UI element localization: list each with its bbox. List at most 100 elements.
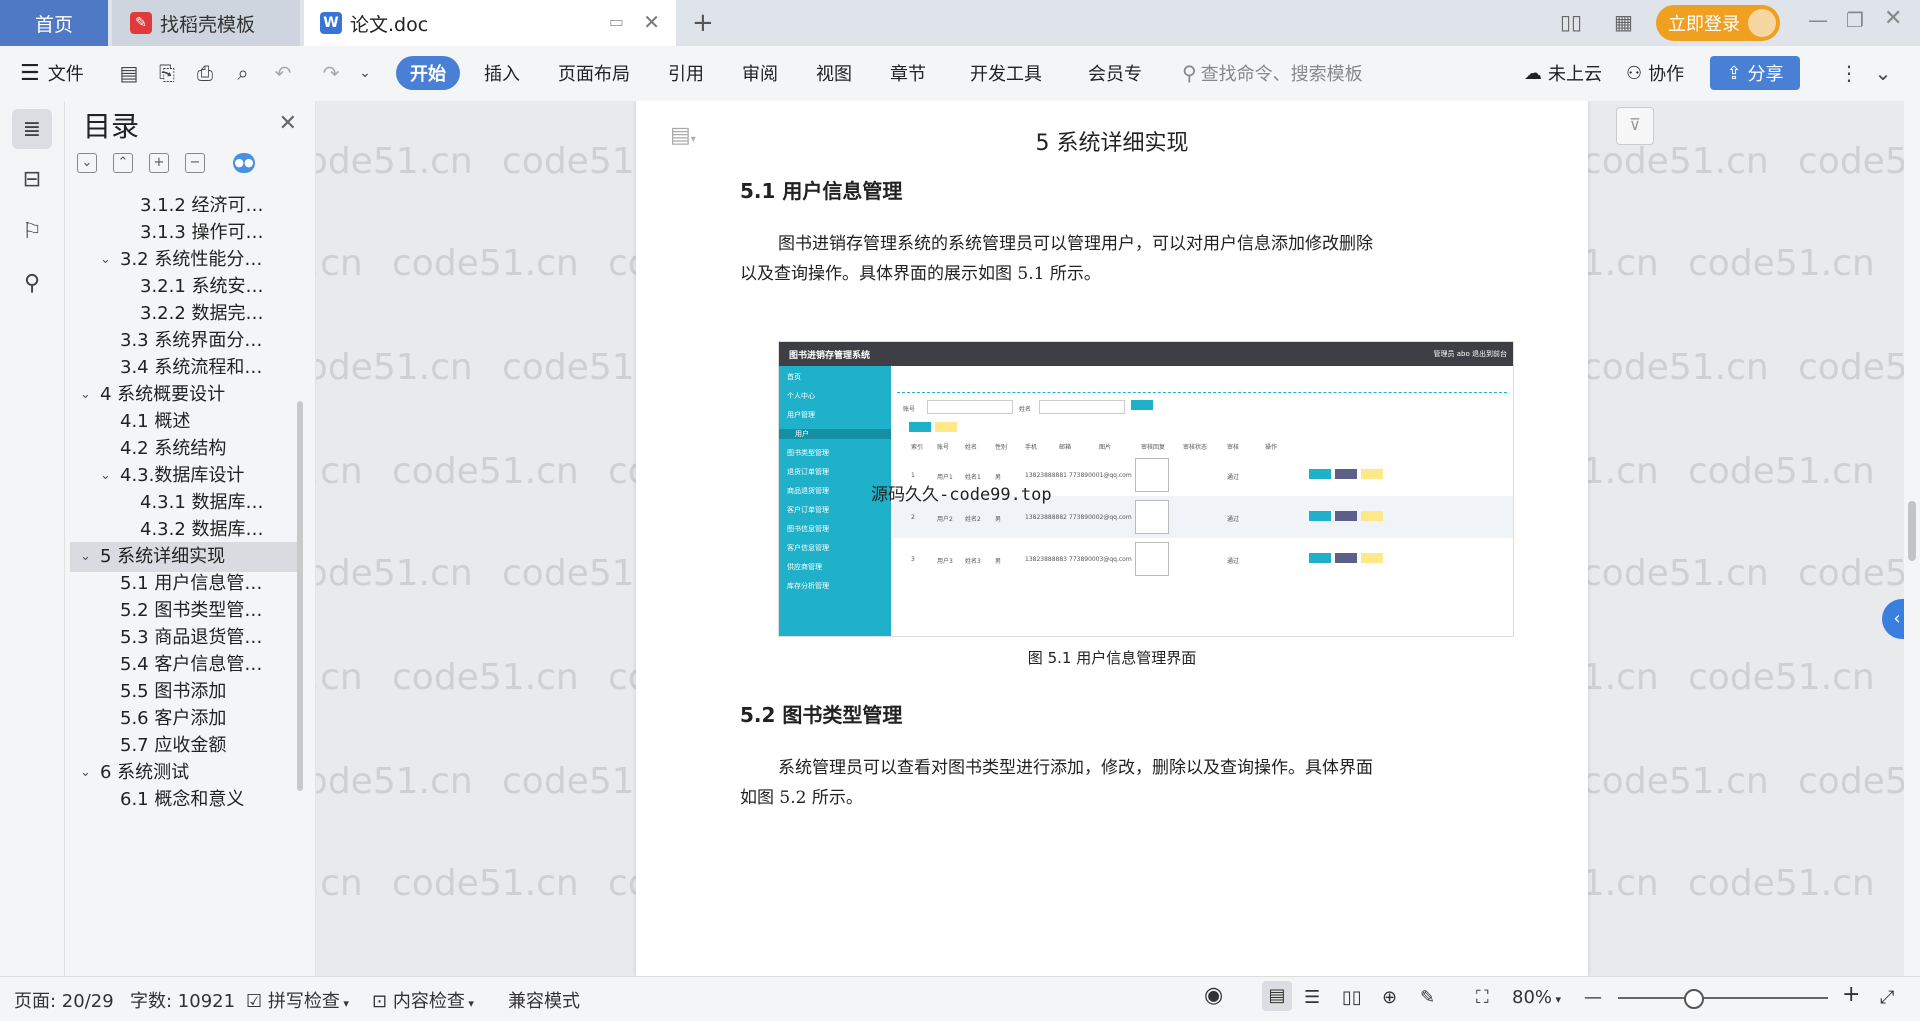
toc-item[interactable]: 4.1 概述 <box>70 407 300 437</box>
outline-view-icon[interactable]: ☰ <box>1304 987 1320 1008</box>
toc-item[interactable]: 6.1 概念和意义 <box>70 785 300 815</box>
add-heading-icon[interactable]: + <box>149 153 169 173</box>
toc-item[interactable]: 3.4 系统流程和… <box>70 353 300 383</box>
toc-item[interactable]: 4.3.2 数据库… <box>70 515 300 545</box>
eye-protect-icon[interactable]: ◉ <box>1204 983 1223 1008</box>
tab-view[interactable]: 视图 <box>816 56 852 90</box>
toc-item[interactable]: 5.6 客户添加 <box>70 704 300 734</box>
fit-page-icon[interactable]: ⛶ <box>1476 987 1489 1008</box>
more-vertical-icon[interactable]: ⋮ <box>1836 60 1862 86</box>
write-mode-icon[interactable]: ✎ <box>1420 987 1435 1008</box>
zoom-slider-knob[interactable] <box>1684 989 1704 1009</box>
page-count[interactable]: 页面: 20/29 <box>14 987 114 1013</box>
redo-icon[interactable]: ↷ <box>318 60 344 86</box>
content-check[interactable]: ⊡ 内容检查 ▾ <box>372 987 474 1013</box>
fullscreen-icon[interactable]: ⤢ <box>1880 987 1894 1008</box>
tab-insert[interactable]: 插入 <box>484 56 520 90</box>
cloud-status[interactable]: ☁ 未上云 <box>1524 56 1602 90</box>
toc-item[interactable]: 5.4 客户信息管… <box>70 650 300 680</box>
close-window-icon[interactable]: ✕ <box>1884 6 1902 31</box>
share-button[interactable]: ⇪ 分享 <box>1710 56 1800 90</box>
toc-item-label: 5.1 用户信息管… <box>120 573 263 594</box>
tab-page-layout[interactable]: 页面布局 <box>558 56 630 90</box>
shot-column-header: 审核状态 <box>1183 444 1208 451</box>
toc-icon[interactable]: ≣ <box>12 109 52 149</box>
read-mode-icon[interactable]: ▯▯ <box>1342 987 1362 1008</box>
chapter-nav-icon[interactable]: ⊟ <box>12 159 52 199</box>
toc-item[interactable]: 3.1.3 操作可… <box>70 218 300 248</box>
login-button[interactable]: 立即登录 <box>1656 5 1780 41</box>
expand-chevron-icon[interactable]: ⌄ <box>100 461 111 491</box>
collab-button[interactable]: ⚇ 协作 <box>1626 56 1684 90</box>
chapter-heading: 5 系统详细实现 <box>1035 131 1189 156</box>
expand-chevron-icon[interactable]: ⌄ <box>80 758 91 788</box>
close-tab-icon[interactable]: ✕ <box>643 10 660 34</box>
expand-chevron-icon[interactable]: ⌄ <box>100 245 111 275</box>
toc-item[interactable]: 5.1 用户信息管… <box>70 569 300 599</box>
tab-devtools[interactable]: 开发工具 <box>970 56 1042 90</box>
zoom-level[interactable]: 80% ▾ <box>1512 987 1561 1008</box>
toc-item[interactable]: 4.2 系统结构 <box>70 434 300 464</box>
collapse-ribbon-icon[interactable]: ⌄ <box>1870 60 1896 86</box>
format-panel-icon[interactable]: ⊽ <box>1616 107 1654 145</box>
export-icon[interactable]: ⎘ <box>154 60 180 86</box>
tab-document[interactable]: W 论文.doc ▭ ✕ <box>304 0 676 46</box>
vertical-scrollbar[interactable] <box>1904 101 1920 976</box>
toc-item[interactable]: 5.3 商品退货管… <box>70 623 300 653</box>
figure-user-management-screenshot[interactable]: 图书进销存管理系统 管理员 abo 退出到前台 首页 个人中心 用户管理 用户 图书类型… <box>778 341 1514 637</box>
scroll-thumb[interactable] <box>1908 501 1916 561</box>
toc-item[interactable]: 3.3 系统界面分… <box>70 326 300 356</box>
minimize-icon[interactable]: — <box>1808 8 1828 32</box>
layout-icon[interactable]: ▯▯ <box>1560 10 1582 34</box>
toc-item[interactable]: ⌄ 4 系统概要设计 <box>70 380 300 410</box>
web-view-icon[interactable]: ⊕ <box>1382 987 1397 1008</box>
remove-heading-icon[interactable]: − <box>185 153 205 173</box>
collapse-up-icon[interactable]: ⌃ <box>113 153 133 173</box>
toc-item[interactable]: 4.3.1 数据库… <box>70 488 300 518</box>
find-icon[interactable]: ⚲ <box>12 263 52 303</box>
page-view-icon[interactable]: ▤ <box>1262 981 1292 1011</box>
restore-icon[interactable]: ❐ <box>1846 8 1864 32</box>
tab-member[interactable]: 会员专 <box>1088 56 1142 90</box>
expand-down-icon[interactable]: ⌄ <box>77 153 97 173</box>
ai-toc-icon[interactable]: ●● <box>233 153 255 173</box>
toc-item[interactable]: ⌄ 5 系统详细实现 <box>70 542 300 572</box>
undo-icon[interactable]: ↶ <box>270 60 296 86</box>
side-panel-toggle-icon[interactable]: ‹ <box>1882 599 1904 639</box>
toc-item[interactable]: ⌄ 3.2 系统性能分… <box>70 245 300 275</box>
print-icon[interactable]: ⎙ <box>192 60 218 86</box>
tab-home[interactable]: 首页 <box>0 0 108 46</box>
toc-item[interactable]: 5.2 图书类型管… <box>70 596 300 626</box>
more-chevron-icon[interactable]: ⌄ <box>352 60 378 86</box>
toc-item[interactable]: 3.2.2 数据完… <box>70 299 300 329</box>
toc-item[interactable]: 5.5 图书添加 <box>70 677 300 707</box>
save-icon[interactable]: ▤ <box>116 60 142 86</box>
word-count[interactable]: 字数: 10921 <box>130 987 235 1013</box>
tab-references[interactable]: 引用 <box>668 56 704 90</box>
expand-chevron-icon[interactable]: ⌄ <box>80 542 91 572</box>
content-check-icon: ⊡ <box>372 991 388 1012</box>
close-icon[interactable]: ✕ <box>279 111 297 136</box>
toc-item[interactable]: ⌄ 4.3.数据库设计 <box>70 461 300 491</box>
print-preview-icon[interactable]: ⌕ <box>230 60 256 86</box>
tab-template[interactable]: ✎ 找稻壳模板 <box>112 0 300 46</box>
toc-item[interactable]: 5.7 应收金额 <box>70 731 300 761</box>
expand-chevron-icon[interactable]: ⌄ <box>80 380 91 410</box>
monitor-icon[interactable]: ▭ <box>609 12 624 31</box>
zoom-in-icon[interactable]: + <box>1842 982 1860 1007</box>
toc-item[interactable]: ⌄ 6 系统测试 <box>70 758 300 788</box>
bookmark-icon[interactable]: ⚐ <box>12 211 52 251</box>
apps-grid-icon[interactable]: ▦ <box>1614 10 1633 34</box>
tab-review[interactable]: 审阅 <box>742 56 778 90</box>
search-command[interactable]: ⚲ 查找命令、搜索模板 <box>1182 56 1363 90</box>
tab-chapter[interactable]: 章节 <box>890 56 926 90</box>
toc-item[interactable]: 3.1.2 经济可… <box>70 191 300 221</box>
spell-check[interactable]: ☑ 拼写检查 ▾ <box>246 987 349 1013</box>
zoom-out-icon[interactable]: — <box>1584 987 1602 1008</box>
new-tab-icon[interactable]: + <box>692 8 714 38</box>
toc-scrollbar[interactable] <box>297 401 303 791</box>
tab-start[interactable]: 开始 <box>396 56 460 90</box>
file-menu[interactable]: ☰ 文件 <box>20 56 84 90</box>
zoom-slider[interactable] <box>1618 997 1828 999</box>
toc-item[interactable]: 3.2.1 系统安… <box>70 272 300 302</box>
